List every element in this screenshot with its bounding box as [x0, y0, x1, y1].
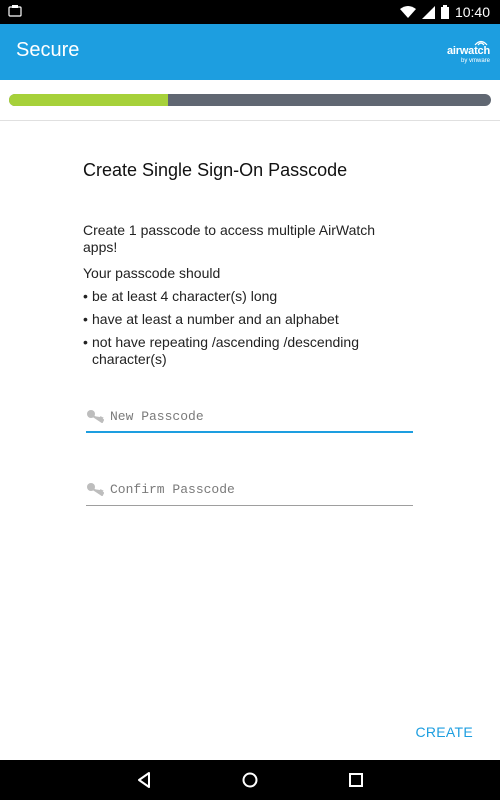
- divider: [0, 120, 500, 121]
- input-underline: [86, 431, 413, 433]
- status-time: 10:40: [454, 4, 490, 20]
- progress-fill: [9, 94, 169, 106]
- bullet-icon: •: [83, 288, 88, 304]
- requirement-item: • have at least a number and an alphabet: [83, 311, 403, 328]
- requirements-title: Your passcode should: [83, 265, 221, 281]
- wifi-icon: [399, 6, 416, 18]
- requirement-item: • not have repeating /ascending /descend…: [83, 334, 403, 368]
- new-passcode-placeholder: New Passcode: [110, 409, 204, 424]
- requirement-text: have at least a number and an alphabet: [92, 311, 339, 327]
- bullet-icon: •: [83, 334, 88, 350]
- key-icon: [87, 483, 104, 496]
- requirements-list: • be at least 4 character(s) long • have…: [83, 288, 403, 374]
- confirm-passcode-field[interactable]: Confirm Passcode: [86, 480, 413, 506]
- page-heading: Create Single Sign-On Passcode: [83, 160, 348, 180]
- setup-progress-bar: [9, 94, 491, 106]
- signal-icon: [421, 5, 435, 19]
- app-bar: Secure airwatch by vmware: [0, 24, 500, 80]
- description-text: Create 1 passcode to access multiple Air…: [83, 222, 376, 255]
- recents-icon[interactable]: [346, 770, 366, 790]
- bullet-icon: •: [83, 311, 88, 327]
- back-icon[interactable]: [134, 770, 154, 790]
- requirement-text: not have repeating /ascending /descendin…: [92, 334, 359, 367]
- airwatch-logo: airwatch by vmware: [442, 38, 490, 66]
- status-bar: 10:40: [0, 0, 500, 24]
- battery-icon: [440, 5, 449, 19]
- app-title: Secure: [16, 39, 80, 61]
- navigation-bar: [0, 760, 500, 800]
- home-icon[interactable]: [240, 770, 260, 790]
- requirement-text: be at least 4 character(s) long: [92, 288, 278, 304]
- brand-name: airwatch: [446, 45, 490, 57]
- key-icon: [87, 410, 104, 423]
- status-indicators: 10:40: [399, 0, 490, 24]
- brand-sub: by vmware: [460, 58, 490, 64]
- new-passcode-field[interactable]: New Passcode: [86, 407, 413, 433]
- requirement-item: • be at least 4 character(s) long: [83, 288, 403, 305]
- input-underline: [86, 505, 413, 506]
- notification-icon: [8, 5, 22, 17]
- create-button[interactable]: CREATE: [415, 724, 473, 740]
- confirm-passcode-placeholder: Confirm Passcode: [110, 482, 235, 497]
